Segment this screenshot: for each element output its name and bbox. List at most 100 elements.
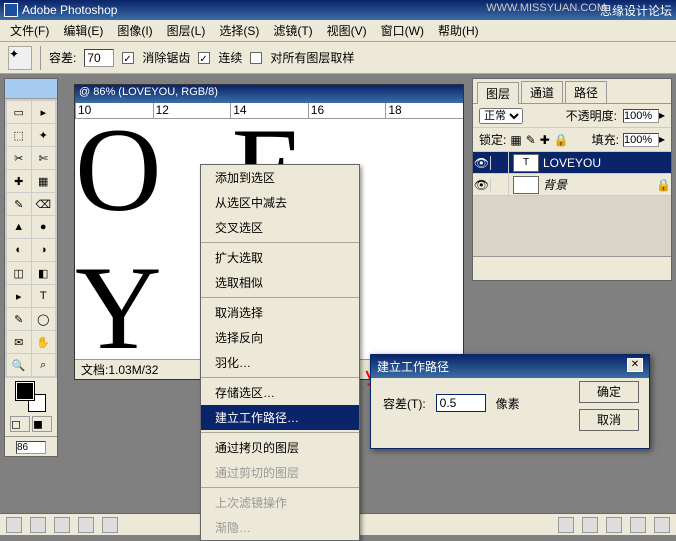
menu-layer[interactable]: 图层(L) [161,20,212,41]
toolbox-header[interactable] [5,79,57,99]
new-layer-icon[interactable] [630,517,646,533]
tool-item[interactable]: T [32,285,56,307]
contiguous-checkbox[interactable] [198,52,210,64]
tool-item[interactable]: ◧ [32,262,56,284]
dock-icon[interactable] [30,517,46,533]
tolerance-input[interactable] [84,49,114,67]
options-bar: ✦ 容差: 消除锯齿 连续 对所有图层取样 [0,42,676,74]
context-menu: 添加到选区 从选区中减去 交叉选区 扩大选取 选取相似 取消选择 选择反向 羽化… [200,164,360,541]
menu-subtract-selection[interactable]: 从选区中减去 [201,190,359,215]
sample-all-checkbox[interactable] [250,52,262,64]
app-title: Adobe Photoshop [22,3,117,17]
blend-mode-select[interactable]: 正常 [479,108,523,124]
tool-item[interactable]: ⌕ [32,354,56,376]
dock-icon[interactable] [78,517,94,533]
layer-thumb[interactable] [513,176,539,194]
tab-channels[interactable]: 通道 [521,81,563,103]
dock-icon[interactable] [54,517,70,533]
dock-icon[interactable] [558,517,574,533]
dialog-tolerance-input[interactable] [436,394,486,412]
tool-item[interactable]: ✎ [7,193,31,215]
current-tool-icon[interactable]: ✦ [8,46,32,70]
dock-icon[interactable] [6,517,22,533]
visibility-icon[interactable]: 👁 [473,178,491,192]
menu-image[interactable]: 图像(I) [111,20,158,41]
cancel-button[interactable]: 取消 [579,409,639,431]
foreground-color[interactable] [16,382,34,400]
menu-view[interactable]: 视图(V) [321,20,373,41]
opacity-input[interactable] [623,109,659,123]
link-cell[interactable] [491,152,509,173]
color-swatch[interactable] [16,382,46,412]
menu-help[interactable]: 帮助(H) [432,20,485,41]
ok-button[interactable]: 确定 [579,381,639,403]
tool-item[interactable]: ✋ [32,331,56,353]
menu-add-to-selection[interactable]: 添加到选区 [201,165,359,190]
quickmask-icon[interactable]: ◻ [10,416,30,432]
watermark: WWW.MISSYUAN.COM [486,2,606,14]
close-icon[interactable]: ✕ [627,358,643,372]
lock-transparent-icon[interactable]: ▦ [510,133,521,147]
layer-thumb[interactable]: T [513,154,539,172]
tool-item[interactable]: ◯ [32,308,56,330]
menu-make-work-path[interactable]: 建立工作路径… [201,405,359,430]
tool-item[interactable]: ✉ [7,331,31,353]
tool-item[interactable]: ✦ [32,124,56,146]
zoom-readout[interactable] [16,441,46,454]
tool-item[interactable]: ◫ [7,262,31,284]
tolerance-label: 容差: [49,49,76,66]
menu-edit[interactable]: 编辑(E) [57,20,109,41]
layer-item[interactable]: 👁 背景 🔒 [473,174,671,196]
tab-layers[interactable]: 图层 [477,82,519,104]
menu-feather[interactable]: 羽化… [201,350,359,375]
trash-icon[interactable] [654,517,670,533]
tool-item[interactable]: ⌫ [32,193,56,215]
menu-save-selection[interactable]: 存储选区… [201,380,359,405]
dialog-title: 建立工作路径 [377,358,449,375]
menu-grow[interactable]: 扩大选取 [201,245,359,270]
antialias-checkbox[interactable] [122,52,134,64]
menu-deselect[interactable]: 取消选择 [201,300,359,325]
menu-last-filter: 上次滤镜操作 [201,490,359,515]
menu-intersect-selection[interactable]: 交叉选区 [201,215,359,240]
sample-all-label: 对所有图层取样 [270,49,354,66]
layer-name: LOVEYOU [543,156,601,170]
tool-item[interactable]: ◐ [7,239,31,261]
tool-item[interactable]: ▦ [32,170,56,192]
tool-item[interactable]: ✚ [7,170,31,192]
dock-icon[interactable] [606,517,622,533]
tool-item[interactable]: ▲ [7,216,31,238]
layer-item[interactable]: 👁 T LOVEYOU [473,152,671,174]
quickmask-icon[interactable]: ◼ [32,416,52,432]
lock-paint-icon[interactable]: ✎ [526,133,536,147]
tool-item[interactable]: ● [32,216,56,238]
tool-item[interactable]: ✄ [32,147,56,169]
tool-item[interactable]: ⬚ [7,124,31,146]
app-icon [4,3,18,17]
menu-inverse[interactable]: 选择反向 [201,325,359,350]
tool-item[interactable]: ◑ [32,239,56,261]
visibility-icon[interactable]: 👁 [473,156,491,170]
tool-item[interactable]: ▭ [7,101,31,123]
tool-item[interactable]: ✎ [7,308,31,330]
menu-window[interactable]: 窗口(W) [375,20,430,41]
lock-move-icon[interactable]: ✚ [540,133,550,147]
tool-item[interactable]: ✂ [7,147,31,169]
menu-similar[interactable]: 选取相似 [201,270,359,295]
menu-file[interactable]: 文件(F) [4,20,55,41]
dialog-unit: 像素 [496,395,520,412]
dock-icon[interactable] [582,517,598,533]
fill-input[interactable] [623,133,659,147]
menu-filter[interactable]: 滤镜(T) [267,20,318,41]
tool-item[interactable]: 🔍 [7,354,31,376]
menu-layer-via-copy[interactable]: 通过拷贝的图层 [201,435,359,460]
tool-item[interactable]: ▸ [7,285,31,307]
lock-all-icon[interactable]: 🔒 [554,133,569,147]
dock-icon[interactable] [102,517,118,533]
menu-select[interactable]: 选择(S) [213,20,265,41]
tab-paths[interactable]: 路径 [565,81,607,103]
link-cell[interactable] [491,174,509,195]
tool-item[interactable]: ▸ [32,101,56,123]
dialog-tolerance-label: 容差(T): [383,395,426,412]
layer-name: 背景 [543,176,567,193]
